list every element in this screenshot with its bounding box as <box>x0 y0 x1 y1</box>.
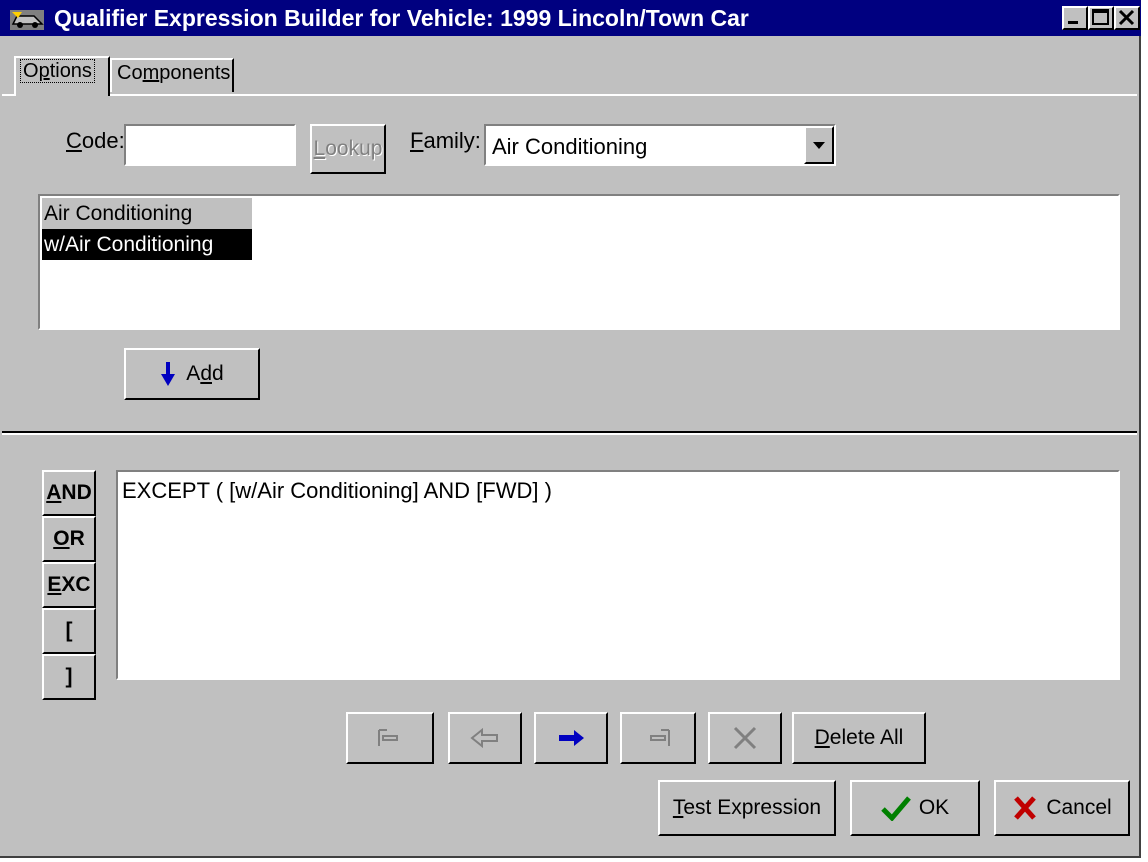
or-label: OR <box>53 527 85 550</box>
checkmark-icon <box>881 796 911 821</box>
and-operator-button[interactable]: AND <box>42 470 96 516</box>
maximize-icon <box>1092 9 1109 25</box>
tab-components[interactable]: Components <box>110 58 234 92</box>
or-operator-button[interactable]: OR <box>42 516 96 562</box>
code-label: Code: <box>66 128 125 153</box>
family-select[interactable]: Air Conditioning <box>484 124 836 166</box>
tab-options[interactable]: Options <box>14 56 110 96</box>
cancel-x-icon <box>1014 796 1037 820</box>
ok-button[interactable]: OK <box>850 780 980 836</box>
family-select-value: Air Conditioning <box>492 134 648 159</box>
open-bracket-label: [ <box>65 619 73 642</box>
cancel-label: Cancel <box>1046 796 1112 819</box>
test-expression-label: Test Expression <box>672 796 822 819</box>
move-first-button[interactable] <box>346 712 434 764</box>
open-bracket-button[interactable]: [ <box>42 608 96 654</box>
lookup-button-label: Lookup <box>313 137 383 160</box>
add-button[interactable]: Add <box>124 348 260 400</box>
arrow-right-icon <box>559 730 584 746</box>
expression-text: EXCEPT ( [w/Air Conditioning] AND [FWD] … <box>122 478 552 503</box>
section-divider-highlight <box>2 433 1137 435</box>
title-bar[interactable]: Qualifier Expression Builder for Vehicle… <box>0 0 1141 36</box>
first-icon <box>378 729 398 746</box>
and-label: AND <box>46 481 92 504</box>
except-operator-button[interactable]: EXC <box>42 562 96 608</box>
lookup-button[interactable]: Lookup <box>310 124 386 174</box>
move-last-button[interactable] <box>620 712 696 764</box>
qualifier-expression-builder-window: Qualifier Expression Builder for Vehicle… <box>0 0 1141 858</box>
test-expression-button[interactable]: Test Expression <box>658 780 836 836</box>
tab-page-border <box>2 94 1137 96</box>
minimize-button[interactable] <box>1062 6 1088 30</box>
tab-options-label: Options <box>20 59 95 83</box>
arrow-left-icon <box>470 727 498 749</box>
window-title: Qualifier Expression Builder for Vehicle… <box>54 5 749 31</box>
expression-textarea[interactable]: EXCEPT ( [w/Air Conditioning] AND [FWD] … <box>116 470 1120 680</box>
close-bracket-button[interactable]: ] <box>42 654 96 700</box>
close-icon <box>1118 9 1135 26</box>
move-left-button[interactable] <box>448 712 522 764</box>
delete-all-button[interactable]: Delete All <box>792 712 926 764</box>
car-icon <box>8 6 48 32</box>
chevron-down-icon <box>813 142 825 149</box>
close-button[interactable] <box>1114 6 1140 30</box>
family-dropdown-button[interactable] <box>804 126 834 164</box>
tab-components-label: Components <box>117 62 231 84</box>
exc-label: EXC <box>47 573 91 596</box>
delete-button[interactable] <box>708 712 782 764</box>
options-listbox[interactable]: Air Conditioning w/Air Conditioning <box>38 194 1120 330</box>
delete-x-icon <box>733 726 757 750</box>
code-input[interactable] <box>124 124 296 166</box>
ok-label: OK <box>918 796 950 819</box>
cancel-button[interactable]: Cancel <box>994 780 1130 836</box>
maximize-button[interactable] <box>1088 6 1114 30</box>
list-item-selected[interactable]: w/Air Conditioning <box>42 229 252 260</box>
close-bracket-label: ] <box>65 665 73 688</box>
list-item[interactable]: Air Conditioning <box>42 198 252 229</box>
last-icon <box>650 729 670 746</box>
delete-all-label: Delete All <box>814 726 904 749</box>
move-right-button[interactable] <box>534 712 608 764</box>
arrow-down-icon <box>161 362 176 386</box>
family-label: Family: <box>410 128 481 153</box>
minimize-icon <box>1068 21 1078 24</box>
add-button-label: Add <box>186 362 224 385</box>
